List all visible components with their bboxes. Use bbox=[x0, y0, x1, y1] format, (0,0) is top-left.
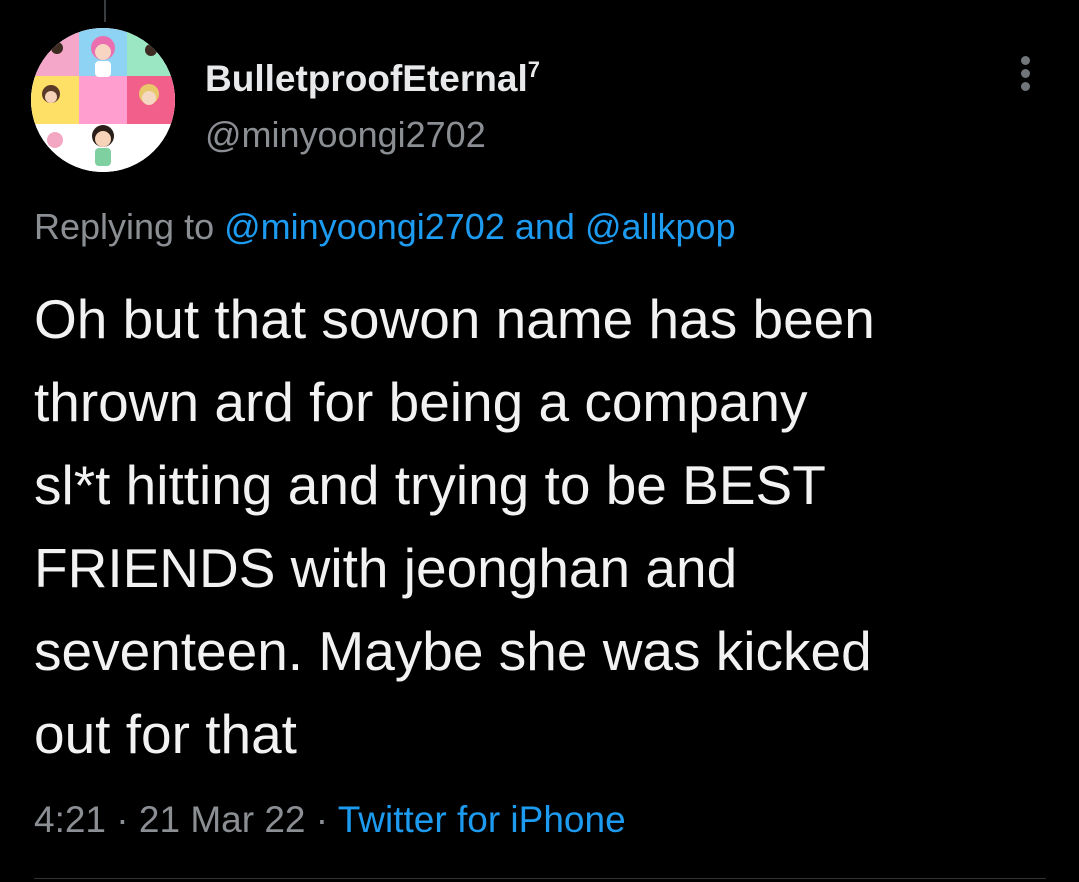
tweet-text-line: Oh but that sowon name has been bbox=[34, 288, 875, 350]
tweet-text: Oh but that sowon name has been thrown a… bbox=[34, 278, 1064, 776]
tweet-text-line: out for that bbox=[34, 703, 297, 765]
tweet-time[interactable]: 4:21 bbox=[34, 799, 106, 840]
author-block: BulletproofEternal7 @minyoongi2702 bbox=[205, 46, 540, 157]
display-name-text: BulletproofEternal bbox=[205, 58, 528, 99]
tweet-text-line: sl*t hitting and trying to be BEST bbox=[34, 454, 826, 516]
display-name[interactable]: BulletproofEternal7 bbox=[205, 46, 540, 103]
more-vertical-icon[interactable] bbox=[1014, 54, 1038, 94]
replying-prefix: Replying to bbox=[34, 206, 215, 247]
tweet-meta: 4:21 · 21 Mar 22 · Twitter for iPhone bbox=[34, 796, 626, 844]
meta-separator: · bbox=[315, 799, 329, 840]
mention-link-2[interactable]: @allkpop bbox=[585, 206, 736, 247]
tweet-text-line: FRIENDS with jeonghan and bbox=[34, 537, 738, 599]
mention-link-1[interactable]: @minyoongi2702 bbox=[224, 206, 505, 247]
divider bbox=[34, 878, 1046, 879]
replying-conjunction[interactable]: and bbox=[515, 206, 575, 247]
tweet-detail: BulletproofEternal7 @minyoongi2702 Reply… bbox=[0, 0, 1079, 882]
replying-to-line: Replying to @minyoongi2702 and @allkpop bbox=[34, 204, 736, 250]
tweet-text-line: seventeen. Maybe she was kicked bbox=[34, 620, 872, 682]
avatar-image bbox=[31, 28, 175, 172]
thread-connector-line bbox=[104, 0, 106, 22]
tweet-date[interactable]: 21 Mar 22 bbox=[139, 799, 306, 840]
tweet-text-line: thrown ard for being a company bbox=[34, 371, 808, 433]
meta-separator: · bbox=[116, 799, 129, 840]
tweet-source-link[interactable]: Twitter for iPhone bbox=[338, 799, 626, 840]
avatar[interactable] bbox=[31, 28, 175, 172]
user-handle[interactable]: @minyoongi2702 bbox=[205, 113, 540, 157]
name-badge: 7 bbox=[527, 57, 540, 82]
